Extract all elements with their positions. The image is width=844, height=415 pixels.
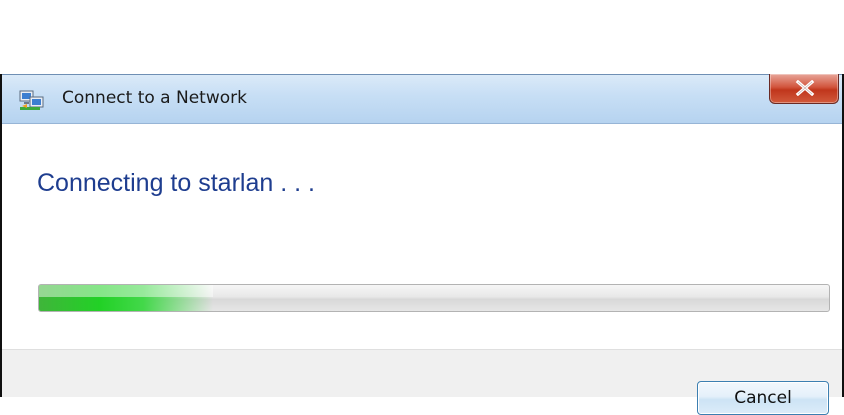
title-bar[interactable]: Connect to a Network <box>2 74 842 124</box>
connect-dialog: Connect to a Network Connecting to starl… <box>0 74 844 415</box>
connection-progress-bar <box>38 284 830 312</box>
cancel-button[interactable]: Cancel <box>697 381 829 415</box>
connection-status-heading: Connecting to starlan . . . <box>37 169 315 197</box>
close-x-icon <box>795 80 815 96</box>
close-button[interactable] <box>769 74 839 104</box>
network-connection-icon <box>18 88 46 112</box>
dialog-content: Connecting to starlan . . . <box>2 124 842 349</box>
window-title: Connect to a Network <box>62 88 247 108</box>
dialog-footer: Cancel <box>2 349 842 415</box>
progress-bar-fill <box>39 285 213 311</box>
